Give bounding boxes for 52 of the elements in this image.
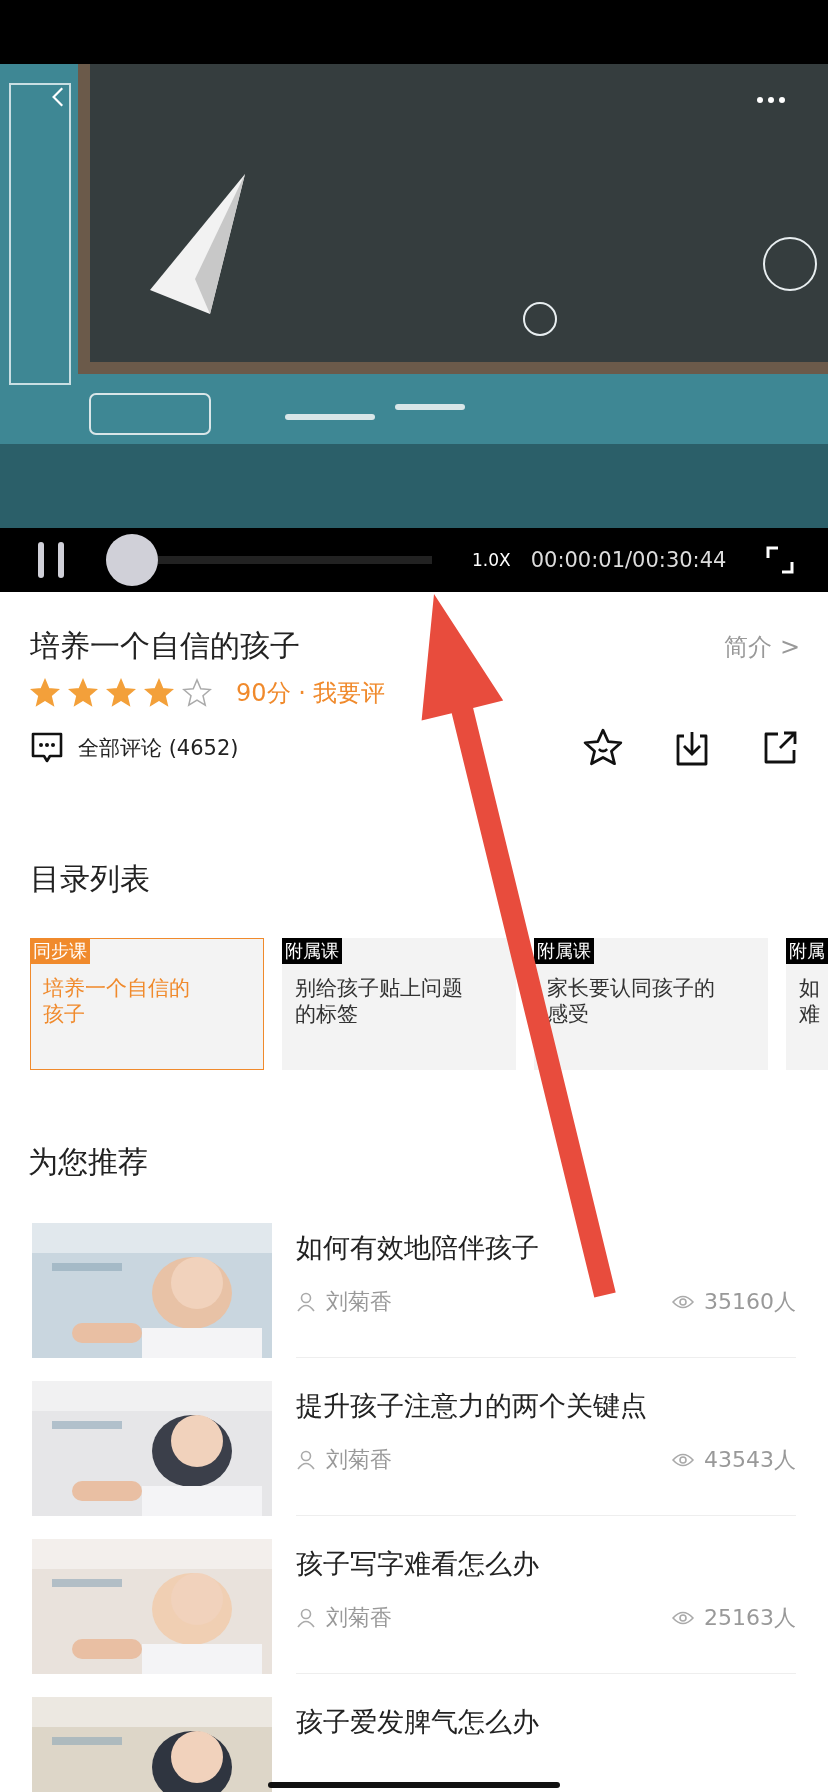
progress-thumb[interactable] xyxy=(106,534,158,586)
author-name: 刘菊香 xyxy=(326,1288,392,1316)
lesson-title: 的标签 xyxy=(295,1001,358,1027)
lesson-tag: 同步课 xyxy=(30,938,90,964)
speed-button[interactable]: 1.0X xyxy=(472,550,511,570)
lesson-card[interactable]: 附属 如 难 xyxy=(786,938,828,1070)
fullscreen-icon[interactable] xyxy=(766,546,795,574)
video-title: 孩子爱发脾气怎么办 xyxy=(296,1705,540,1739)
filled-star-icon xyxy=(68,678,98,708)
video-title: 提升孩子注意力的两个关键点 xyxy=(296,1389,648,1423)
section-title: 为您推荐 xyxy=(28,1143,149,1181)
filled-star-icon xyxy=(106,678,136,708)
lesson-tag: 附属课 xyxy=(534,938,594,964)
section-title: 目录列表 xyxy=(30,860,151,898)
user-icon xyxy=(296,1450,316,1470)
filled-star-icon xyxy=(30,678,60,708)
pause-icon[interactable] xyxy=(36,542,66,578)
lesson-card[interactable]: 附属课 别给孩子贴上问题 的标签 xyxy=(282,938,516,1070)
recommended-item[interactable]: 如何有效地陪伴孩子 刘菊香 35160人 xyxy=(32,1223,828,1381)
eye-icon xyxy=(672,1452,694,1468)
lesson-title: 难 xyxy=(799,1001,820,1027)
recommended-item[interactable]: 提升孩子注意力的两个关键点 刘菊香 43543人 xyxy=(32,1381,828,1539)
empty-star-icon xyxy=(182,678,212,708)
eye-icon xyxy=(672,1610,694,1626)
lesson-title: 如 xyxy=(799,975,820,1001)
user-icon xyxy=(296,1292,316,1312)
eye-icon xyxy=(672,1294,694,1310)
lesson-card[interactable]: 附属课 家长要认同孩子的 感受 xyxy=(534,938,768,1070)
view-count: 43543人 xyxy=(704,1446,796,1474)
filled-star-icon xyxy=(144,678,174,708)
more-icon[interactable] xyxy=(756,96,786,104)
comments-link[interactable]: 全部评论 (4652) xyxy=(78,734,239,762)
user-icon xyxy=(296,1608,316,1628)
lesson-tag: 附属 xyxy=(786,938,828,964)
lesson-title: 感受 xyxy=(547,1001,589,1027)
star-rating[interactable] xyxy=(30,678,212,708)
recommended-item[interactable]: 孩子写字难看怎么办 刘菊香 25163人 xyxy=(32,1539,828,1697)
lesson-title: 家长要认同孩子的 xyxy=(547,975,715,1001)
author-name: 刘菊香 xyxy=(326,1446,392,1474)
lesson-tag: 附属课 xyxy=(282,938,342,964)
view-count: 25163人 xyxy=(704,1604,796,1632)
course-title: 培养一个自信的孩子 xyxy=(30,627,300,665)
recommended-item[interactable]: 孩子爱发脾气怎么办 xyxy=(32,1697,828,1792)
playback-time: 00:00:01/00:30:44 xyxy=(530,548,727,572)
lesson-title: 培养一个自信的 xyxy=(43,975,190,1001)
video-title: 如何有效地陪伴孩子 xyxy=(296,1231,540,1265)
lesson-title: 别给孩子贴上问题 xyxy=(295,975,463,1001)
view-count: 35160人 xyxy=(704,1288,796,1316)
author-name: 刘菊香 xyxy=(326,1604,392,1632)
video-title: 孩子写字难看怎么办 xyxy=(296,1547,540,1581)
comment-icon[interactable] xyxy=(30,731,64,765)
lesson-title: 孩子 xyxy=(43,1001,85,1027)
